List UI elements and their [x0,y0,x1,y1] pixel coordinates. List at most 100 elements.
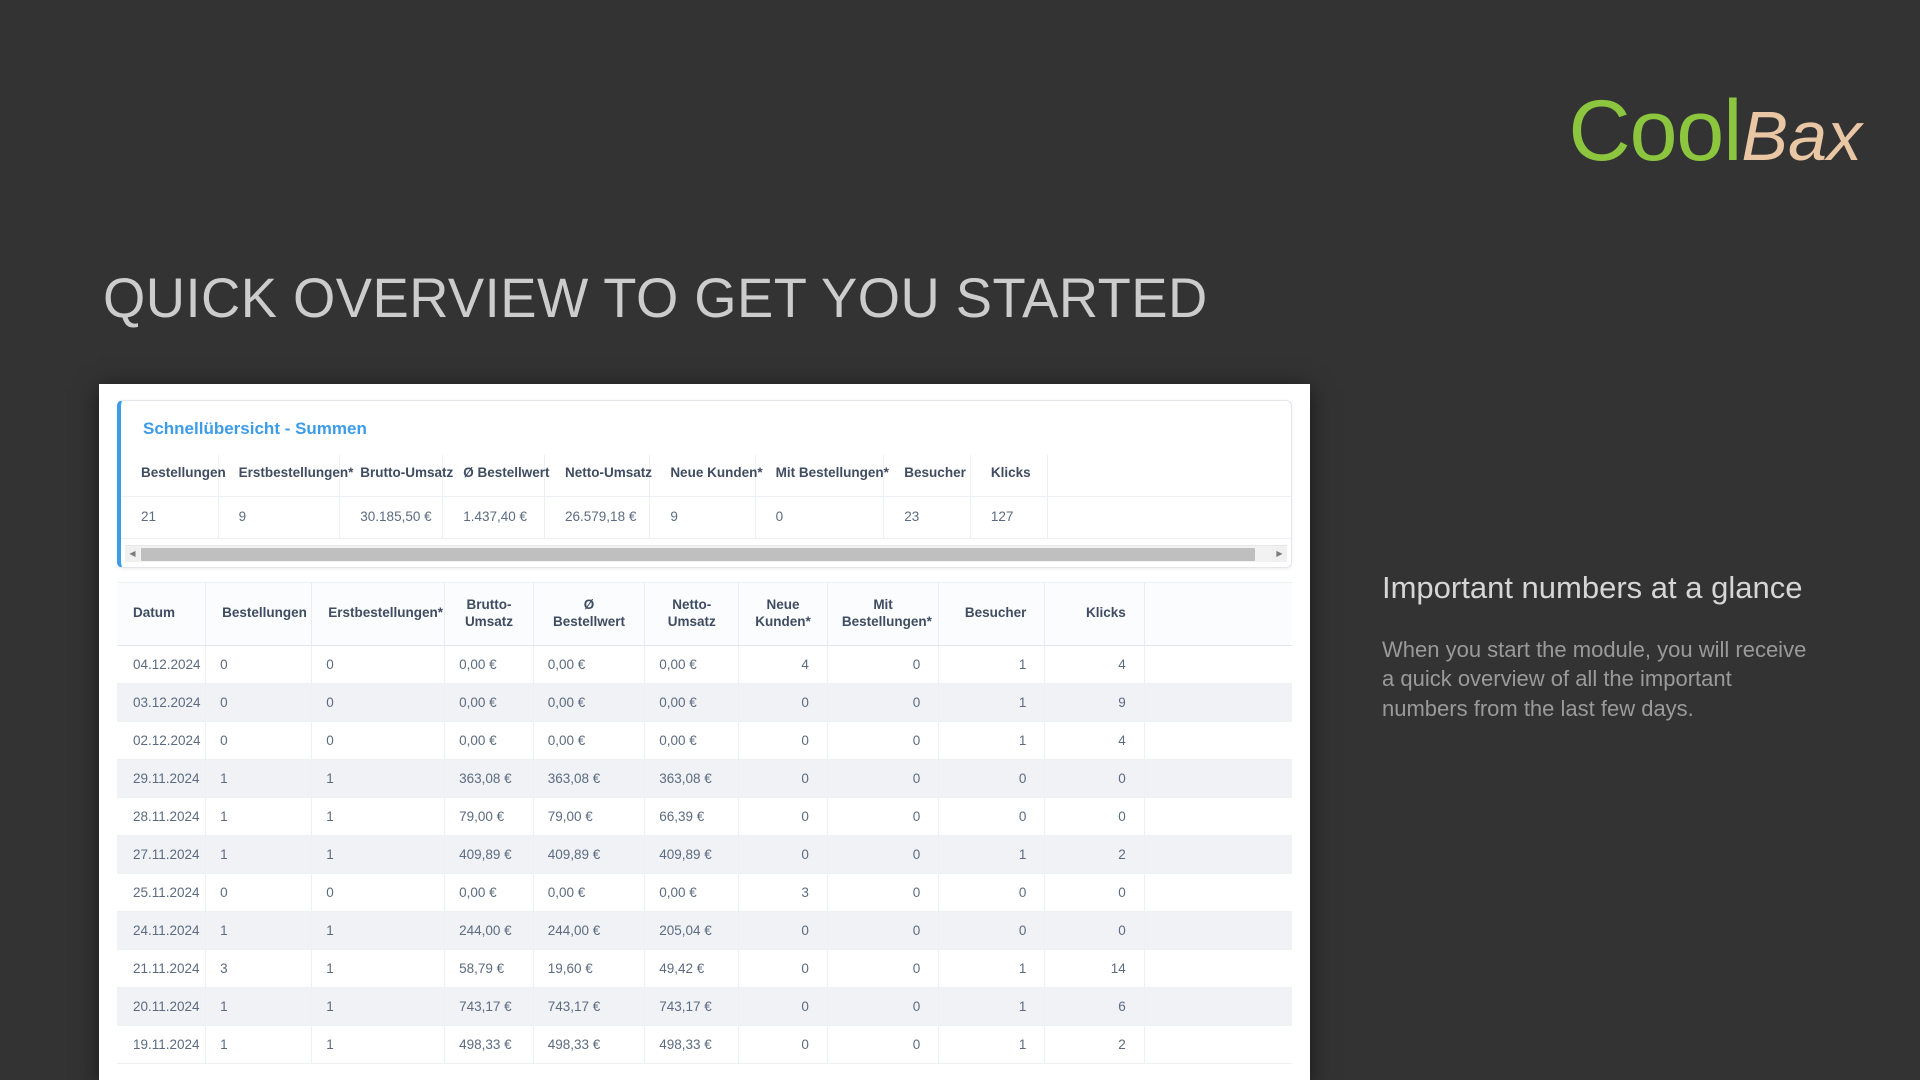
table-row[interactable]: 28.11.2024 1 1 79,00 €79,00 €66,39 €0 0 0 0 [117,797,1292,836]
table-cell: 0 [311,721,445,760]
table-cell: 0,00 € [644,721,739,760]
table-row[interactable]: 21.11.2024 3 1 58,79 €19,60 €49,42 €0 0 1 14 [117,949,1292,988]
table-cell: 0 [1044,911,1145,950]
table-cell: 363,08 € [644,759,739,798]
detail-col-netto-umsatz[interactable]: Netto- Umsatz [644,583,739,646]
summary-col-brutto-umsatz: Brutto-Umsatz [339,455,453,497]
table-cell: 0 [826,949,939,988]
detail-col-netto-umsatz-line1: Netto- [672,597,712,612]
summary-table: Bestellungen Erstbestellungen* Brutto-Um… [121,455,1291,539]
table-cell: 0,00 € [644,873,739,912]
table-cell [1143,987,1292,1026]
summary-col-erstbestellungen: Erstbestellungen* [217,455,353,497]
detail-col-netto-umsatz-line2: Umsatz [667,613,716,629]
table-cell: 0 [826,1025,939,1064]
table-cell: 1 [938,987,1045,1026]
summary-value-netto-umsatz: 26.579,18 € [544,496,650,539]
table-cell: 743,17 € [644,987,739,1026]
table-cell [1143,873,1292,912]
summary-horizontal-scrollbar[interactable]: ◀ ▶ [125,545,1287,562]
table-cell: 0 [1044,797,1145,836]
table-row[interactable]: 20.11.2024 1 1 743,17 €743,17 €743,17 €0 0 1 6 [117,987,1292,1026]
detail-col-mit-bestellungen[interactable]: Mit Bestellungen* [826,583,939,646]
table-cell: 1 [311,835,445,874]
table-cell: 0 [205,645,312,684]
summary-col-klicks: Klicks [969,455,1048,497]
detail-col-brutto-umsatz[interactable]: Brutto- Umsatz [444,583,534,646]
detail-table-body: 04.12.2024 0 0 0,00 €0,00 €0,00 €4 0 1 4 03.12.… [117,645,1292,1064]
table-row[interactable]: 29.11.2024 1 1 363,08 €363,08 €363,08 €0 0 0 0 [117,759,1292,798]
table-cell: 0 [738,987,828,1026]
scroll-right-arrow-icon[interactable]: ▶ [1272,546,1287,562]
scroll-left-arrow-icon[interactable]: ◀ [125,546,140,562]
detail-col-neue-kunden-line2: Kunden* [755,613,811,629]
table-cell: 1 [311,1025,445,1064]
table-cell: 4 [738,645,828,684]
screenshot-panel: Schnellübersicht - Summen Bestellungen E… [99,384,1310,1080]
detail-col-durchschn-bestellwert[interactable]: Ø Bestellwert [532,583,645,646]
table-cell: 0 [311,645,445,684]
table-cell: 1 [311,759,445,798]
table-cell: 9 [1044,683,1145,722]
summary-card: Schnellübersicht - Summen Bestellungen E… [117,400,1292,568]
table-cell [1143,1025,1292,1064]
table-row[interactable]: 25.11.2024 0 0 0,00 €0,00 €0,00 €3 0 0 0 [117,873,1292,912]
table-cell: 3 [205,949,312,988]
detail-col-neue-kunden[interactable]: Neue Kunden* [738,583,828,646]
table-cell: 1 [205,797,312,836]
table-cell [1143,797,1292,836]
detail-col-datum[interactable]: Datum [117,583,206,646]
table-cell: 0 [826,835,939,874]
table-cell: 0,00 € [644,683,739,722]
table-cell: 363,08 € [444,759,534,798]
table-cell: 0 [826,797,939,836]
table-cell [1143,911,1292,950]
table-cell: 19,60 € [532,949,645,988]
detail-col-neue-kunden-line1: Neue [766,597,800,612]
detail-col-besucher[interactable]: Besucher [938,583,1045,646]
table-cell: 02.12.2024 [117,721,206,760]
detail-col-erstbestellungen[interactable]: Erstbestellungen* [311,583,445,646]
table-cell: 0 [826,911,939,950]
table-cell [1143,721,1292,760]
table-row[interactable]: 27.11.2024 1 1 409,89 €409,89 €409,89 €0 0 1 2 [117,835,1292,874]
table-cell: 0,00 € [444,683,534,722]
table-cell: 1 [205,1025,312,1064]
table-cell: 1 [205,835,312,874]
table-cell: 244,00 € [444,911,534,950]
summary-col-bestellungen: Bestellungen [121,455,226,497]
table-cell: 28.11.2024 [117,797,206,836]
summary-col-netto-umsatz: Netto-Umsatz [544,455,652,497]
detail-col-brutto-umsatz-line2: Umsatz [464,613,513,629]
table-cell: 66,39 € [644,797,739,836]
page-title: QUICK OVERVIEW TO GET YOU STARTED [103,266,1208,329]
table-cell: 743,17 € [532,987,645,1026]
brand-logo-cool: Cool [1568,83,1743,179]
scrollbar-thumb[interactable] [141,547,1256,561]
table-row[interactable]: 24.11.2024 1 1 244,00 €244,00 €205,04 €0 0 0 0 [117,911,1292,950]
detail-col-klicks[interactable]: Klicks [1044,583,1145,646]
detail-col-mit-bestellungen-line1: Mit [873,597,893,612]
table-cell: 24.11.2024 [117,911,206,950]
table-cell: 4 [1044,645,1145,684]
table-row[interactable]: 03.12.2024 0 0 0,00 €0,00 €0,00 €0 0 1 9 [117,683,1292,722]
table-cell: 79,00 € [532,797,645,836]
table-row[interactable]: 04.12.2024 0 0 0,00 €0,00 €0,00 €4 0 1 4 [117,645,1292,684]
table-cell: 743,17 € [444,987,534,1026]
table-cell: 498,33 € [444,1025,534,1064]
table-cell: 4 [1044,721,1145,760]
table-row[interactable]: 02.12.2024 0 0 0,00 €0,00 €0,00 €0 0 1 4 [117,721,1292,760]
scrollbar-track[interactable] [140,546,1272,562]
table-cell: 0 [205,721,312,760]
detail-col-bestellungen[interactable]: Bestellungen [205,583,312,646]
table-row[interactable]: 19.11.2024 1 1 498,33 €498,33 €498,33 €0 0 1 2 [117,1025,1292,1064]
table-cell: 0 [1044,759,1145,798]
detail-col-mit-bestellungen-line2: Bestellungen* [841,613,932,629]
table-cell: 1 [205,911,312,950]
table-cell: 0,00 € [532,683,645,722]
table-cell: 0 [826,987,939,1026]
table-cell: 1 [938,645,1045,684]
table-cell: 1 [311,949,445,988]
table-cell: 0,00 € [532,645,645,684]
table-cell: 0 [738,1025,828,1064]
